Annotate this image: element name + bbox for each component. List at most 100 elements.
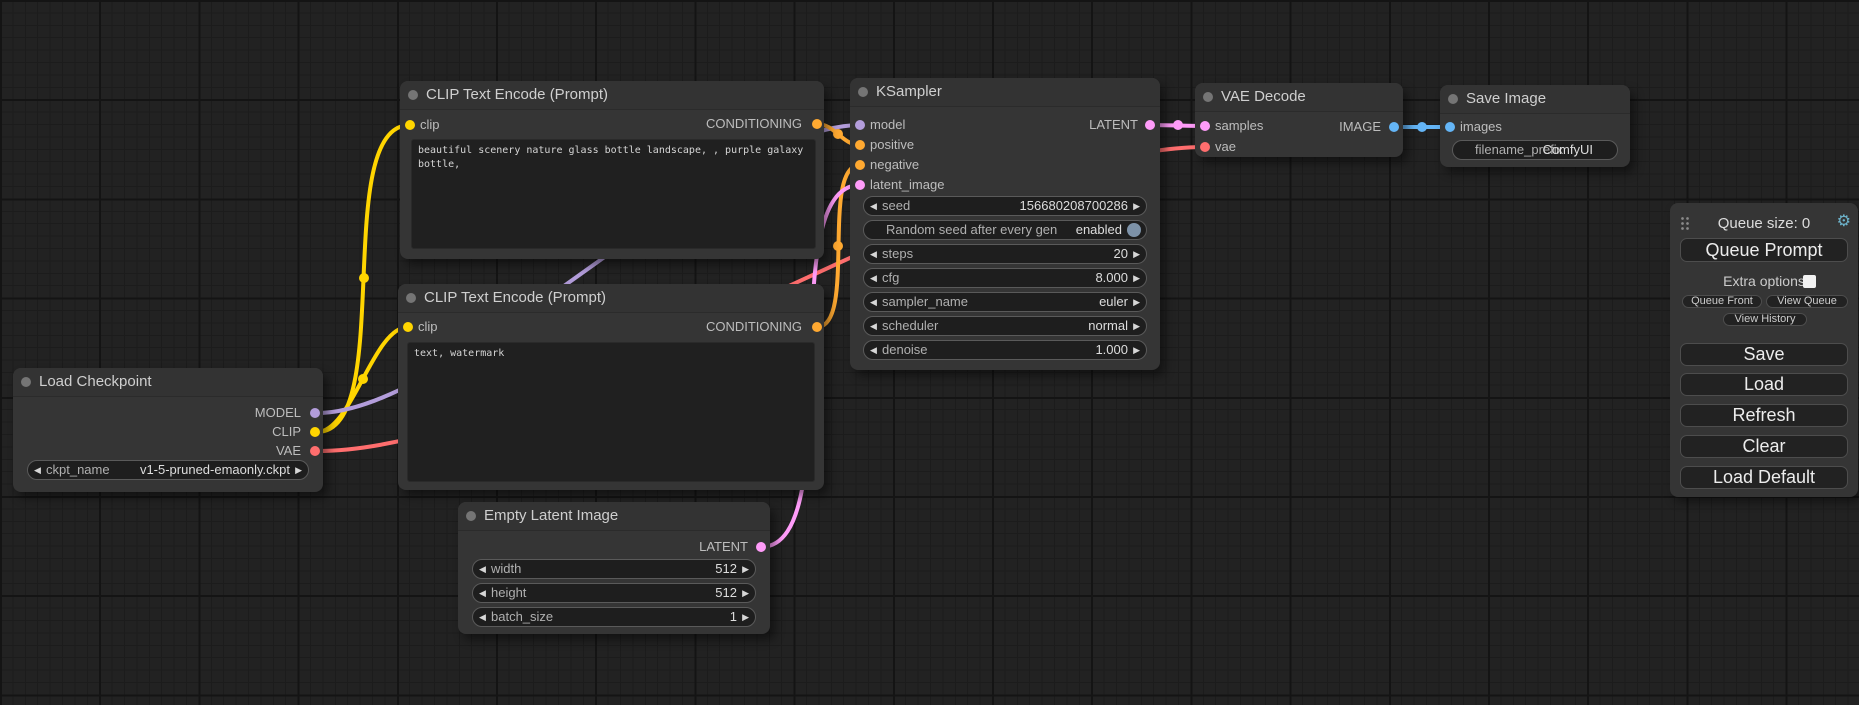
save-image-title-bar[interactable]: Save Image — [1440, 85, 1630, 114]
decrement-arrow-icon[interactable]: ◀ — [870, 269, 877, 287]
conditioning-link-midpoint-dot — [833, 129, 843, 139]
ckpt-name-widget[interactable]: ◀ ckpt_name v1-5-pruned-emaonly.ckpt ▶ — [27, 460, 309, 480]
empty-latent-image-node[interactable]: Empty Latent Image LATENT ◀ width 512 ▶ … — [458, 502, 770, 634]
clip-link-midpoint-dot — [359, 273, 369, 283]
decrement-arrow-icon[interactable]: ◀ — [34, 461, 41, 479]
decrement-arrow-icon[interactable]: ◀ — [870, 197, 877, 215]
ksampler-title-bar[interactable]: KSampler — [850, 78, 1160, 107]
vae-input-port[interactable] — [1200, 142, 1210, 152]
collapse-dot-icon[interactable] — [858, 87, 868, 97]
vae-decode-node[interactable]: VAE Decode samples vae IMAGE — [1195, 83, 1403, 157]
conditioning-output-port[interactable] — [812, 322, 822, 332]
toggle-dot-icon[interactable] — [1127, 223, 1141, 237]
increment-arrow-icon[interactable]: ▶ — [742, 608, 749, 626]
widget-name: seed — [882, 197, 910, 215]
positive-input-port[interactable] — [855, 140, 865, 150]
images-input-port[interactable] — [1445, 122, 1455, 132]
decrement-arrow-icon[interactable]: ◀ — [870, 245, 877, 263]
clip-text-encode-negative-node[interactable]: CLIP Text Encode (Prompt) clip CONDITION… — [398, 284, 824, 490]
increment-arrow-icon[interactable]: ▶ — [742, 584, 749, 602]
latent-output-port[interactable] — [756, 542, 766, 552]
decrement-arrow-icon[interactable]: ◀ — [479, 560, 486, 578]
samples-input-port[interactable] — [1200, 121, 1210, 131]
widget-value: euler — [1099, 293, 1128, 311]
clip-text-encode-title-bar[interactable]: CLIP Text Encode (Prompt) — [398, 284, 824, 313]
decrement-arrow-icon[interactable]: ◀ — [870, 341, 877, 359]
widget-name: steps — [882, 245, 913, 263]
image-output-port[interactable] — [1389, 122, 1399, 132]
queue-size-label: Queue size: 0 — [1670, 215, 1858, 232]
widget-name: batch_size — [491, 608, 553, 626]
clear-button[interactable]: Clear — [1680, 435, 1848, 458]
load-default-button[interactable]: Load Default — [1680, 466, 1848, 489]
increment-arrow-icon[interactable]: ▶ — [1133, 341, 1140, 359]
negative-input-port[interactable] — [855, 160, 865, 170]
widget-value: normal — [1088, 317, 1128, 335]
collapse-dot-icon[interactable] — [466, 511, 476, 521]
random-seed-toggle-widget[interactable]: Random seed after every gen enabled — [863, 220, 1147, 240]
collapse-dot-icon[interactable] — [1448, 94, 1458, 104]
latent-output-port[interactable] — [1145, 120, 1155, 130]
collapse-dot-icon[interactable] — [1203, 92, 1213, 102]
increment-arrow-icon[interactable]: ▶ — [1133, 245, 1140, 263]
gear-icon[interactable]: ⚙ — [1837, 211, 1851, 231]
decrement-arrow-icon[interactable]: ◀ — [479, 584, 486, 602]
refresh-button[interactable]: Refresh — [1680, 404, 1848, 427]
extra-options-checkbox[interactable] — [1803, 275, 1816, 288]
queue-menu-panel: Queue size: 0 ⚙ Queue Prompt Extra optio… — [1670, 203, 1858, 497]
decrement-arrow-icon[interactable]: ◀ — [479, 608, 486, 626]
negative-input-label: negative — [870, 158, 919, 172]
increment-arrow-icon[interactable]: ▶ — [1133, 293, 1140, 311]
save-button[interactable]: Save — [1680, 343, 1848, 366]
increment-arrow-icon[interactable]: ▶ — [742, 560, 749, 578]
clip-output-port[interactable] — [310, 427, 320, 437]
width-widget[interactable]: ◀ width 512 ▶ — [472, 559, 756, 579]
positive-prompt-textarea[interactable]: beautiful scenery nature glass bottle la… — [411, 139, 816, 249]
vae-decode-title-bar[interactable]: VAE Decode — [1195, 83, 1403, 112]
collapse-dot-icon[interactable] — [406, 293, 416, 303]
collapse-dot-icon[interactable] — [408, 90, 418, 100]
comfyui-canvas[interactable]: { "colors": { "model": "#B39DDB", "clip"… — [0, 0, 1859, 705]
denoise-widget[interactable]: ◀ denoise 1.000 ▶ — [863, 340, 1147, 360]
save-image-node[interactable]: Save Image images filename_prefix ComfyU… — [1440, 85, 1630, 167]
clip-text-encode-title-bar[interactable]: CLIP Text Encode (Prompt) — [400, 81, 824, 110]
conditioning-output-label: CONDITIONING — [706, 117, 802, 131]
load-checkpoint-node[interactable]: Load Checkpoint MODEL CLIP VAE ◀ ckpt_na… — [13, 368, 323, 492]
vae-output-port[interactable] — [310, 446, 320, 456]
samples-input-label: samples — [1215, 119, 1263, 133]
widget-name: denoise — [882, 341, 928, 359]
increment-arrow-icon[interactable]: ▶ — [295, 461, 302, 479]
ksampler-node[interactable]: KSampler model positive negative latent_… — [850, 78, 1160, 370]
increment-arrow-icon[interactable]: ▶ — [1133, 317, 1140, 335]
model-input-port[interactable] — [855, 120, 865, 130]
empty-latent-title-bar[interactable]: Empty Latent Image — [458, 502, 770, 531]
conditioning-output-port[interactable] — [812, 119, 822, 129]
clip-output-label: CLIP — [272, 425, 301, 439]
height-widget[interactable]: ◀ height 512 ▶ — [472, 583, 756, 603]
decrement-arrow-icon[interactable]: ◀ — [870, 317, 877, 335]
scheduler-widget[interactable]: ◀ scheduler normal ▶ — [863, 316, 1147, 336]
sampler-name-widget[interactable]: ◀ sampler_name euler ▶ — [863, 292, 1147, 312]
steps-widget[interactable]: ◀ steps 20 ▶ — [863, 244, 1147, 264]
increment-arrow-icon[interactable]: ▶ — [1133, 269, 1140, 287]
seed-widget[interactable]: ◀ seed 156680208700286 ▶ — [863, 196, 1147, 216]
model-output-port[interactable] — [310, 408, 320, 418]
latent-image-input-port[interactable] — [855, 180, 865, 190]
collapse-dot-icon[interactable] — [21, 377, 31, 387]
queue-prompt-button[interactable]: Queue Prompt — [1680, 238, 1848, 262]
clip-input-port[interactable] — [403, 322, 413, 332]
view-queue-button[interactable]: View Queue — [1766, 295, 1848, 308]
filename-prefix-widget[interactable]: filename_prefix ComfyUI — [1452, 140, 1618, 160]
view-history-button[interactable]: View History — [1723, 313, 1807, 326]
clip-text-encode-positive-node[interactable]: CLIP Text Encode (Prompt) clip CONDITION… — [400, 81, 824, 259]
images-input-label: images — [1460, 120, 1502, 134]
load-button[interactable]: Load — [1680, 373, 1848, 396]
load-checkpoint-title-bar[interactable]: Load Checkpoint — [13, 368, 323, 397]
clip-input-port[interactable] — [405, 120, 415, 130]
decrement-arrow-icon[interactable]: ◀ — [870, 293, 877, 311]
negative-prompt-textarea[interactable]: text, watermark — [407, 342, 815, 482]
batch-size-widget[interactable]: ◀ batch_size 1 ▶ — [472, 607, 756, 627]
cfg-widget[interactable]: ◀ cfg 8.000 ▶ — [863, 268, 1147, 288]
queue-front-button[interactable]: Queue Front — [1682, 295, 1762, 308]
increment-arrow-icon[interactable]: ▶ — [1133, 197, 1140, 215]
